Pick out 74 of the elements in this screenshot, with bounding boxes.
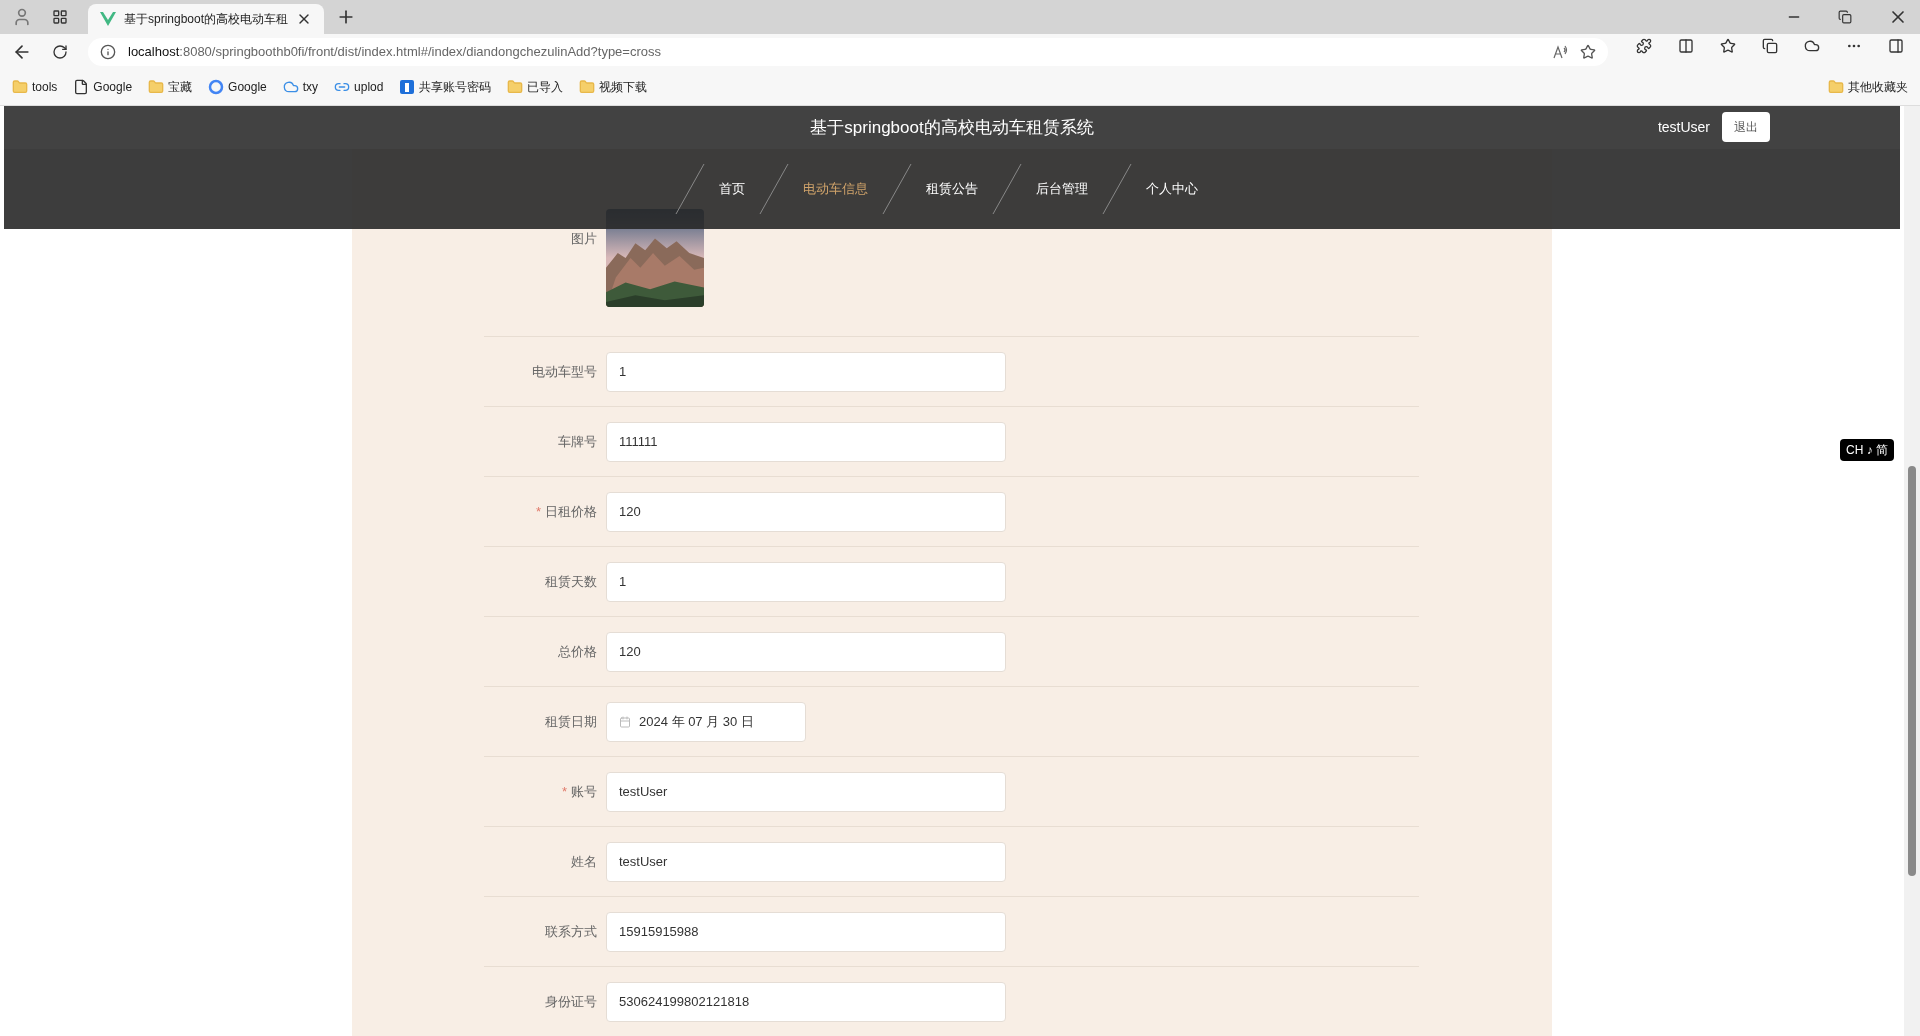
nav-link[interactable]: 后台管理 <box>1027 179 1096 199</box>
field-label: 车牌号 <box>558 432 597 451</box>
bookmark[interactable]: 共享账号密码 <box>399 78 492 97</box>
field-label: 租赁日期 <box>545 712 597 731</box>
nav-link[interactable]: 个人中心 <box>1137 179 1206 199</box>
input-field[interactable]: 1 <box>606 351 1006 392</box>
browser-tab[interactable]: 基于springboot的高校电动车租 <box>88 4 324 34</box>
url-text: localhost:8080/springboothb0fi/front/dist/index.html#/index/diandongchezulinAdd?type=cross <box>128 43 661 61</box>
input-field[interactable]: 111111 <box>606 421 1006 462</box>
field-label: 总价格 <box>558 642 597 661</box>
nav-separator <box>991 163 1022 215</box>
info-icon <box>100 43 116 60</box>
nav-link[interactable]: 电动车信息 <box>794 179 876 199</box>
folder-icon <box>1828 79 1844 96</box>
nav-separator <box>1101 163 1132 215</box>
split-screen-icon[interactable] <box>1678 38 1694 54</box>
user-name: testUser <box>1657 117 1710 137</box>
nav-separator <box>881 163 912 215</box>
bookmark[interactable]: 已导入 <box>507 78 564 97</box>
bookmark[interactable]: Google <box>73 78 133 97</box>
field-label: 身份证号 <box>545 992 597 1011</box>
bookmark[interactable]: 视频下载 <box>579 78 648 97</box>
field-label: 租赁天数 <box>545 572 597 591</box>
favorite-icon[interactable] <box>1580 43 1596 60</box>
scrollbar-thumb[interactable] <box>1908 466 1916 876</box>
bookmark[interactable]: 宝藏 <box>148 78 193 97</box>
restore-icon[interactable] <box>1838 10 1852 24</box>
folder-icon <box>507 79 524 96</box>
reload-icon[interactable] <box>52 43 68 60</box>
bookmark[interactable]: uplod <box>334 78 384 97</box>
required-mark: * <box>561 782 567 801</box>
field-label: 账号 <box>571 782 597 801</box>
bookmark[interactable]: txy <box>282 78 319 97</box>
collections-icon[interactable] <box>1762 38 1778 54</box>
read-aloud-icon[interactable] <box>1552 43 1568 60</box>
input-field[interactable]: 120 <box>606 491 1006 532</box>
required-mark: * <box>535 502 541 521</box>
input-field[interactable]: testUser <box>606 841 1006 882</box>
date-value: 2024 年 07 月 30 日 <box>639 712 754 731</box>
folder-icon <box>579 79 596 96</box>
app-icon <box>399 79 416 96</box>
field-label: 联系方式 <box>545 922 597 941</box>
sidebar-icon[interactable] <box>1888 38 1904 54</box>
input-field[interactable]: 1 <box>606 561 1006 602</box>
nav-separator <box>674 163 705 215</box>
other-bookmarks[interactable]: 其他收藏夹 <box>1828 78 1908 97</box>
date-field[interactable]: 2024 年 07 月 30 日 <box>606 701 806 742</box>
favorites-icon[interactable] <box>1720 38 1736 54</box>
input-field[interactable]: 15915915988 <box>606 911 1006 952</box>
folder-icon <box>148 79 165 96</box>
folder-icon <box>12 79 28 96</box>
nav-link[interactable]: 首页 <box>710 179 753 199</box>
bookmark[interactable]: Google <box>208 78 267 97</box>
input-field[interactable]: 530624199802121818 <box>606 981 1006 1022</box>
bookmark[interactable]: tools <box>12 78 58 97</box>
page-icon <box>73 79 90 96</box>
nav-separator <box>758 163 789 215</box>
field-label: 图片 <box>571 230 597 248</box>
address-bar[interactable]: localhost:8080/springboothb0fi/front/dist/index.html#/index/diandongchezulinAdd?type=cross <box>88 37 1608 66</box>
input-field[interactable]: testUser <box>606 771 1006 812</box>
input-field[interactable]: 120 <box>606 631 1006 672</box>
nav-link[interactable]: 租赁公告 <box>917 179 986 199</box>
field-label: 电动车型号 <box>532 362 597 381</box>
logout-button[interactable]: 退出 <box>1722 112 1770 142</box>
site-title: 基于springboot的高校电动车租赁系统 <box>810 116 1094 139</box>
vue-icon <box>100 11 116 27</box>
profile-icon[interactable] <box>12 7 32 27</box>
field-label: 姓名 <box>571 852 597 871</box>
google-icon <box>208 79 225 96</box>
calendar-icon <box>619 715 631 728</box>
ime-indicator[interactable]: CH ♪ 简 <box>1840 439 1894 461</box>
field-label: 日租价格 <box>545 502 597 521</box>
extensions-icon[interactable] <box>1636 38 1652 54</box>
tab-actions-icon[interactable] <box>52 9 68 25</box>
